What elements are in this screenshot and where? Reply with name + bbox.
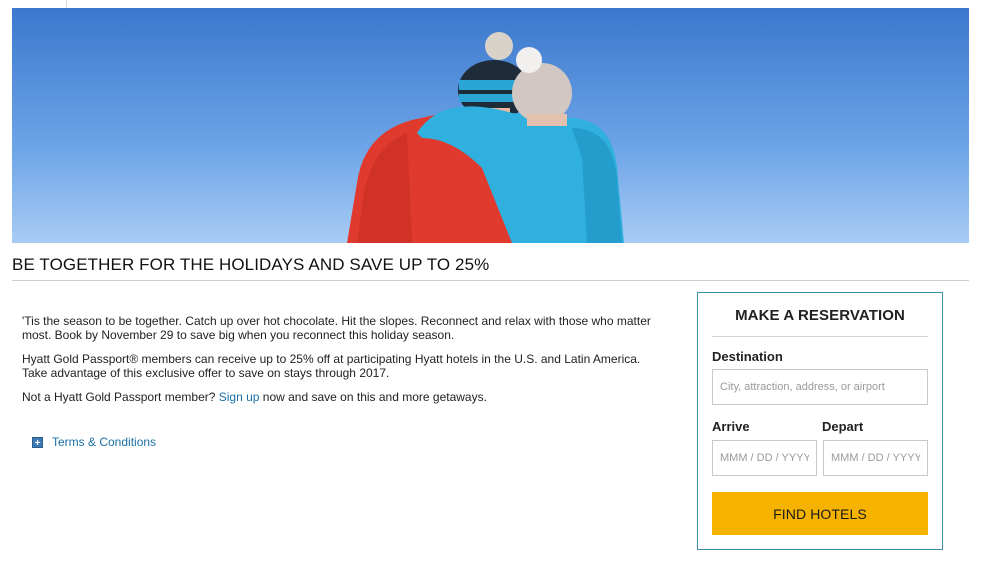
headline-divider [12, 280, 969, 281]
reservation-divider [712, 336, 928, 337]
promo-paragraph-2: Hyatt Gold Passport® members can receive… [22, 352, 641, 380]
arrive-date-input[interactable] [712, 440, 817, 476]
destination-input[interactable] [712, 369, 928, 405]
plus-icon[interactable]: + [32, 436, 43, 449]
sign-up-link[interactable]: Sign up [219, 390, 260, 404]
hero-banner [12, 8, 969, 243]
promo-body: 'Tis the season to be together. Catch up… [22, 314, 662, 416]
destination-label: Destination [712, 349, 783, 364]
depart-label: Depart [822, 419, 864, 434]
terms-conditions-label[interactable]: Terms & Conditions [52, 435, 156, 449]
hero-image [12, 8, 969, 243]
arrive-label: Arrive [712, 419, 750, 434]
top-divider [66, 0, 67, 8]
promo-paragraph-3: Not a Hyatt Gold Passport member? Sign u… [22, 390, 662, 405]
depart-date-input[interactable] [823, 440, 928, 476]
find-hotels-button[interactable]: FIND HOTELS [712, 492, 928, 535]
terms-conditions-toggle[interactable]: + Terms & Conditions [32, 435, 156, 449]
reservation-panel: MAKE A RESERVATION Destination Arrive De… [697, 292, 943, 550]
signup-suffix-text: now and save on this and more getaways. [259, 390, 487, 404]
signup-prefix-text: Not a Hyatt Gold Passport member? [22, 390, 219, 404]
reservation-title: MAKE A RESERVATION [735, 307, 905, 324]
promo-headline: BE TOGETHER FOR THE HOLIDAYS AND SAVE UP… [12, 255, 490, 274]
promo-paragraph-1: 'Tis the season to be together. Catch up… [22, 314, 651, 342]
